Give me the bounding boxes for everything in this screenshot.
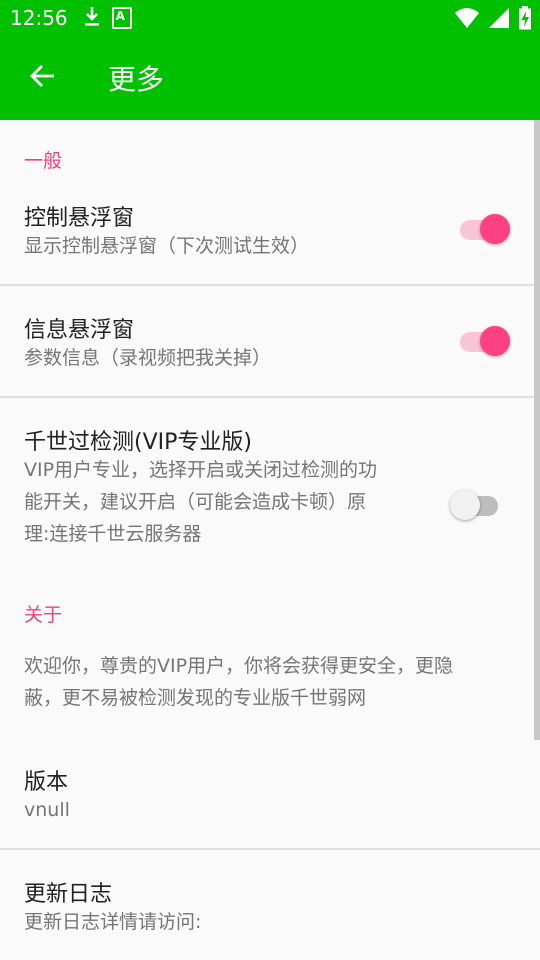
pref-summary: 更新日志详情请访问: bbox=[24, 911, 202, 933]
status-notification-icons: A bbox=[82, 5, 132, 31]
page-title: 更多 bbox=[108, 63, 165, 96]
pref-summary: 显示控制悬浮窗（下次测试生效） bbox=[24, 235, 310, 257]
pref-summary: VIP用户专业，选择开启或关闭过检测的功 能开关，建议开启（可能会造成卡顿）原 … bbox=[24, 454, 424, 550]
pref-title: 更新日志 bbox=[24, 882, 113, 907]
pref-version[interactable]: 版本 vnull bbox=[0, 740, 540, 848]
a-badge-icon: A bbox=[111, 7, 132, 29]
switch-thumb bbox=[450, 490, 480, 520]
summary-line: 理:连接千世云服务器 bbox=[24, 523, 202, 545]
pref-title: 版本 bbox=[24, 770, 69, 795]
about-line: 欢迎你，尊贵的VIP用户，你将会获得更安全，更隐 bbox=[24, 655, 454, 677]
pref-summary: 参数信息（录视频把我关掉） bbox=[24, 347, 272, 369]
wifi-icon bbox=[454, 7, 480, 33]
summary-line: 能开关，建议开启（可能会造成卡顿）原 bbox=[24, 491, 367, 513]
pref-title: 控制悬浮窗 bbox=[24, 206, 135, 231]
category-general: 一般 bbox=[24, 150, 63, 172]
battery-charging-icon bbox=[518, 6, 532, 34]
pref-summary: vnull bbox=[24, 799, 70, 821]
pref-vip-bypass[interactable]: 千世过检测(VIP专业版) VIP用户专业，选择开启或关闭过检测的功 能开关，建… bbox=[0, 398, 540, 578]
vip-bypass-switch[interactable] bbox=[450, 488, 504, 522]
status-bar: 12:56 A bbox=[0, 0, 540, 36]
summary-line: VIP用户专业，选择开启或关闭过检测的功 bbox=[24, 459, 378, 481]
about-line: 蔽，更不易被检测发现的专业版千世弱网 bbox=[24, 687, 367, 709]
switch-thumb bbox=[480, 326, 510, 356]
preferences-list[interactable]: 一般 控制悬浮窗 显示控制悬浮窗（下次测试生效） 信息悬浮窗 参数信息（录视频把… bbox=[0, 120, 540, 960]
status-time: 12:56 bbox=[10, 6, 68, 30]
control-float-switch[interactable] bbox=[458, 212, 510, 246]
status-right-icons bbox=[454, 6, 532, 34]
about-description: 欢迎你，尊贵的VIP用户，你将会获得更安全，更隐 蔽，更不易被检测发现的专业版千… bbox=[24, 650, 514, 714]
pref-control-float[interactable]: 控制悬浮窗 显示控制悬浮窗（下次测试生效） bbox=[0, 180, 540, 284]
app-toolbar: 更多 bbox=[0, 36, 540, 120]
category-about: 关于 bbox=[24, 604, 63, 626]
pref-title: 千世过检测(VIP专业版) bbox=[24, 430, 252, 455]
scrollbar[interactable] bbox=[534, 120, 540, 740]
download-icon bbox=[82, 5, 102, 31]
pref-info-float[interactable]: 信息悬浮窗 参数信息（录视频把我关掉） bbox=[0, 286, 540, 396]
signal-icon bbox=[488, 7, 510, 33]
pref-title: 信息悬浮窗 bbox=[24, 318, 135, 343]
switch-thumb bbox=[480, 214, 510, 244]
a-badge-letter: A bbox=[115, 9, 125, 23]
arrow-back-icon bbox=[28, 62, 56, 94]
back-button[interactable] bbox=[0, 36, 84, 120]
pref-changelog[interactable]: 更新日志 更新日志详情请访问: bbox=[0, 850, 540, 960]
info-float-switch[interactable] bbox=[458, 324, 510, 358]
